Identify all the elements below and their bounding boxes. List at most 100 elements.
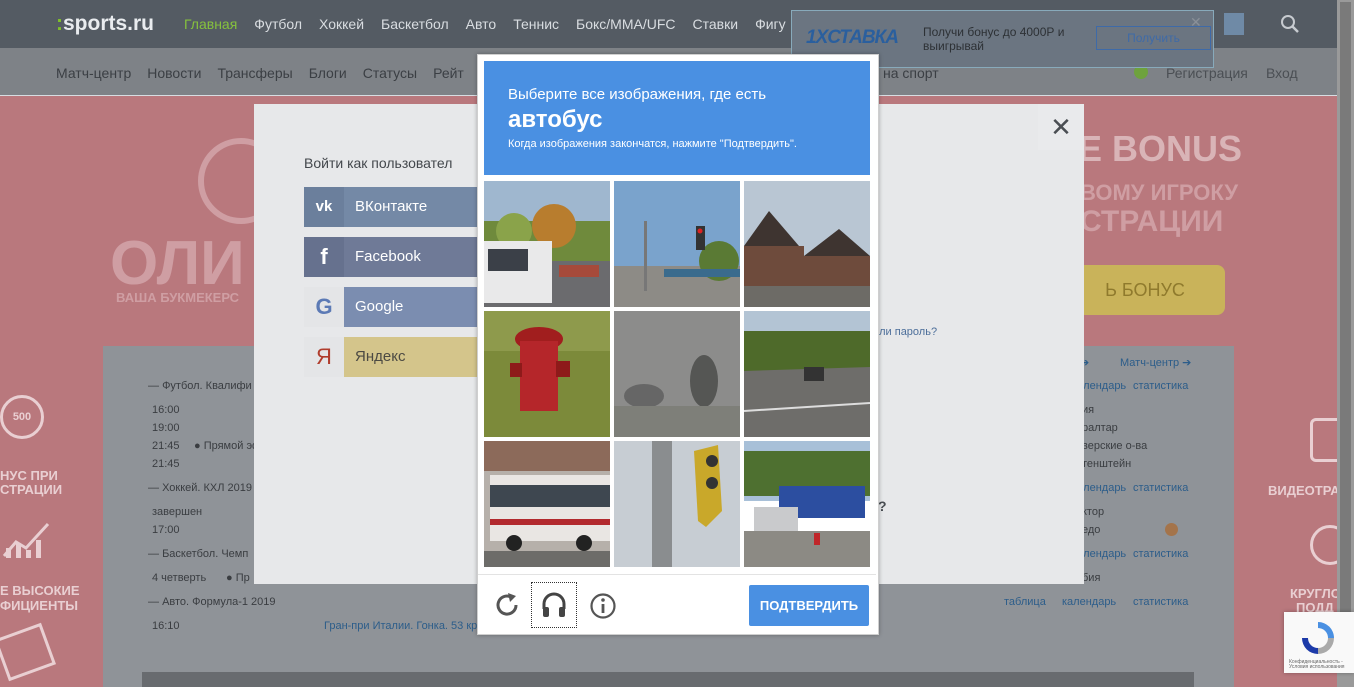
match-status: 4 четверть — [152, 572, 207, 584]
match-status: завершен — [152, 506, 203, 518]
team-name: едо — [1082, 524, 1101, 536]
recaptcha-terms[interactable]: Конфиденциальность - Условия использован… — [1289, 660, 1349, 670]
captcha-tile[interactable] — [614, 441, 740, 567]
subnav-news[interactable]: Новости — [147, 65, 201, 81]
captcha-instruction: Выберите все изображения, где есть — [508, 86, 767, 103]
promo-left-item: НУС ПРИ — [0, 468, 58, 483]
recaptcha-logo-icon — [1298, 618, 1338, 663]
subnav-ratings[interactable]: Рейт — [433, 65, 464, 81]
nav-bets[interactable]: Ставки — [693, 16, 739, 32]
captcha-hint: Когда изображения закончатся, нажмите "П… — [508, 138, 797, 150]
captcha-tile[interactable] — [484, 441, 610, 567]
nav-boxing[interactable]: Бокс/MMA/UFC — [576, 16, 675, 32]
login-title: Войти как пользовател — [304, 155, 453, 171]
login-link[interactable]: Вход — [1266, 65, 1298, 81]
search-icon[interactable] — [1280, 14, 1300, 39]
help-mark: ? — [878, 498, 887, 514]
match-group[interactable]: — Хоккей. КХЛ 2019 — [148, 482, 252, 494]
badge-500-icon: 500 — [0, 395, 44, 439]
captcha-tile[interactable] — [744, 441, 870, 567]
match-group[interactable]: — Авто. Формула-1 2019 — [148, 596, 276, 608]
promo-left-title: ОЛИ — [110, 229, 245, 298]
site-logo[interactable]: :sports.ru — [56, 12, 154, 36]
google-login-button[interactable]: G Google — [304, 287, 478, 327]
captcha-tile[interactable] — [744, 311, 870, 437]
captcha-tile[interactable] — [614, 311, 740, 437]
promo-left-item: Е ВЫСОКИЕ — [0, 583, 80, 598]
vk-label: ВКонтакте — [355, 198, 428, 215]
chart-up-icon — [2, 518, 52, 565]
vk-icon: vk — [304, 187, 344, 227]
match-event[interactable]: Гран-при Италии. Гонка. 53 кр — [324, 620, 477, 632]
team-name: ралтар — [1082, 422, 1118, 434]
yandex-icon: Я — [304, 337, 344, 377]
promo-bonus-button[interactable]: Ь БОНУС — [1065, 265, 1225, 315]
vk-login-button[interactable]: vk ВКонтакте — [304, 187, 478, 227]
team-name: бия — [1082, 572, 1101, 584]
subnav-transfers[interactable]: Трансферы — [217, 65, 292, 81]
match-group[interactable]: — Футбол. Квалифи — [148, 380, 252, 392]
stats-link[interactable]: статистика — [1133, 482, 1188, 494]
captcha-tile[interactable] — [484, 181, 610, 307]
facebook-icon: f — [304, 237, 344, 277]
team-name: верские о-ва — [1082, 440, 1148, 452]
google-label: Google — [355, 298, 404, 315]
headphones-icon — [540, 591, 568, 624]
subnav-statuses[interactable]: Статусы — [363, 65, 417, 81]
main-nav: Главная Футбол Хоккей Баскетбол Авто Тен… — [184, 16, 803, 32]
verify-button[interactable]: ПОДТВЕРДИТЬ — [749, 585, 869, 626]
match-time: 21:45 — [152, 458, 180, 470]
calendar-link[interactable]: календарь — [1062, 596, 1116, 608]
stats-link[interactable]: статистика — [1133, 380, 1188, 392]
promo-right-item: ВИДЕОТРА — [1268, 483, 1340, 498]
nav-football[interactable]: Футбол — [254, 16, 302, 32]
captcha-keyword: автобус — [508, 106, 603, 133]
promo-left-subtitle: ВАША БУКМЕКЕРС — [116, 290, 240, 305]
match-table-footer — [142, 672, 1194, 687]
facebook-label: Facebook — [355, 248, 421, 265]
nav-basketball[interactable]: Баскетбол — [381, 16, 449, 32]
promo-left-item: ФИЦИЕНТЫ — [0, 598, 79, 613]
table-link[interactable]: таблица — [1004, 596, 1046, 608]
ad-close-icon[interactable]: ✕ — [1190, 14, 1202, 31]
nav-auto[interactable]: Авто — [466, 16, 497, 32]
match-time: 16:10 — [152, 620, 180, 632]
team-name: ктор — [1082, 506, 1105, 518]
captcha-divider — [478, 574, 876, 575]
captcha-tile[interactable] — [744, 181, 870, 307]
gift-icon[interactable] — [1224, 13, 1244, 35]
match-time: 17:00 — [152, 524, 180, 536]
captcha-tile[interactable] — [614, 181, 740, 307]
info-icon[interactable] — [589, 592, 617, 625]
promo-right-line1: ВОМУ ИГРОКУ — [1080, 180, 1239, 205]
promo-right-title: E BONUS — [1078, 128, 1243, 169]
match-live: ● Пр — [226, 572, 250, 584]
ad-text: Получи бонус до 4000Р и выигрывай — [923, 25, 1065, 53]
subnav-blogs[interactable]: Блоги — [309, 65, 347, 81]
stats-link[interactable]: статистика — [1133, 596, 1188, 608]
ad-logo: 1XСТАВКА — [806, 27, 899, 48]
match-time: 21:45 — [152, 440, 180, 452]
yandex-login-button[interactable]: Я Яндекс — [304, 337, 478, 377]
forgot-password-link[interactable]: али пароль? — [873, 326, 937, 338]
promo-right-line2: СТРАЦИИ — [1080, 205, 1224, 238]
subnav-match-center[interactable]: Матч-центр — [56, 65, 131, 81]
reload-icon[interactable] — [493, 591, 521, 624]
team-name: тенштейн — [1082, 458, 1132, 470]
google-icon: G — [304, 287, 344, 327]
stats-link[interactable]: статистика — [1133, 548, 1188, 560]
match-time: 16:00 — [152, 404, 180, 416]
nav-hockey[interactable]: Хоккей — [319, 16, 364, 32]
match-center-link[interactable]: Матч-центр ➔ — [1120, 356, 1191, 369]
scrollbar-thumb[interactable] — [1340, 2, 1351, 672]
match-time: 19:00 — [152, 422, 180, 434]
facebook-login-button[interactable]: f Facebook — [304, 237, 478, 277]
close-icon[interactable]: ✕ — [1038, 104, 1084, 150]
match-group[interactable]: — Баскетбол. Чемп — [148, 548, 248, 560]
match-live: ● Прямой эф — [194, 440, 262, 452]
nav-home[interactable]: Главная — [184, 16, 237, 32]
promo-left-item: СТРАЦИИ — [0, 482, 63, 497]
nav-figure[interactable]: Фигу — [755, 16, 786, 32]
captcha-tile[interactable] — [484, 311, 610, 437]
nav-tennis[interactable]: Теннис — [513, 16, 559, 32]
